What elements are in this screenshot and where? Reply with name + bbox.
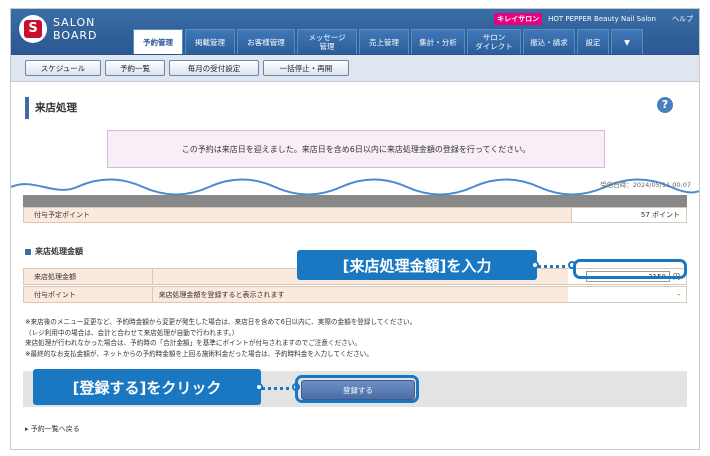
section-square-icon <box>25 248 31 255</box>
logo-line2: BOARD <box>53 29 98 42</box>
granted-points-text: 来店処理金額を登録すると表示されます <box>152 287 569 302</box>
tab-messages[interactable]: メッセージ 管理 <box>297 29 357 54</box>
logo-line1: SALON <box>53 16 96 29</box>
app-window: S SALON BOARD キレイサロン HOT PEPPER Beauty N… <box>10 8 700 450</box>
amount-section-title: 来店処理金額 <box>35 247 83 256</box>
notes-block: ※来店後のメニュー変更など、予約時金額から変更が発生した場合は、来店日を含めて6… <box>25 317 416 359</box>
help-link[interactable]: ヘルプ <box>672 14 693 24</box>
points-row: 付与予定ポイント 57 ポイント <box>23 207 687 223</box>
tab-more-dropdown[interactable]: ▼ <box>611 29 643 54</box>
click-callout: [登録する]をクリック <box>33 369 261 405</box>
subnav-bulk-stop[interactable]: 一括停止・再開 <box>263 60 349 76</box>
points-value: 57 ポイント <box>572 208 686 222</box>
page-title: 来店処理 <box>25 97 77 119</box>
logo-text: SALON BOARD <box>53 16 97 42</box>
tab-sales[interactable]: 売上管理 <box>359 29 409 54</box>
back-link-text: 予約一覧へ戻る <box>30 425 80 433</box>
granted-points-value: - <box>568 287 686 302</box>
connector-endcap <box>531 261 539 269</box>
points-label: 付与予定ポイント <box>24 208 573 222</box>
help-icon[interactable]: ? <box>657 97 673 113</box>
logo-mark: S <box>24 20 42 38</box>
tab-analytics[interactable]: 集計・分析 <box>411 29 465 54</box>
header-bar: S SALON BOARD キレイサロン HOT PEPPER Beauty N… <box>11 9 699 55</box>
connector-endcap <box>255 383 263 391</box>
header-links: キレイサロン HOT PEPPER Beauty Nail Salon ヘルプ <box>494 13 693 25</box>
notice-box: この予約は来店日を迎えました。来店日を含め6日以内に来店処理金額の登録を行ってく… <box>107 130 605 168</box>
tab-settings[interactable]: 設定 <box>577 29 609 54</box>
salon-board-logo[interactable]: S SALON BOARD <box>19 15 97 43</box>
amount-highlight-ring <box>573 259 687 279</box>
note-line: 来店処理が行われなかった場合は、予約時の「合計金額」を基準にポイントが付与されま… <box>25 339 361 347</box>
sub-nav: スケジュール 予約一覧 毎月の受付設定 一括停止・再開 <box>11 55 699 82</box>
register-highlight-ring <box>295 375 419 403</box>
subnav-monthly-settings[interactable]: 毎月の受付設定 <box>169 60 259 76</box>
note-line: ※最終的なお支払金額が、ネットからの予約時金額を上回る施術料金だった場合は、予約… <box>25 349 373 358</box>
note-line: （レジ利用中の場合は、会計と合わせて来店処理が自動で行われます。） <box>25 328 239 337</box>
amount-label: 来店処理金額 <box>24 269 153 284</box>
tab-salon-direct[interactable]: サロン ダイレクト <box>467 29 521 54</box>
tab-reservation[interactable]: 予約管理 <box>133 29 183 54</box>
main-nav: 予約管理 掲載管理 お客様管理 メッセージ 管理 売上管理 集計・分析 サロン … <box>133 29 643 54</box>
received-datetime: 受信日時：2024/05/11 00:07 <box>600 181 691 189</box>
table-header-band <box>23 195 687 207</box>
granted-points-row: 付与ポイント 来店処理金額を登録すると表示されます - <box>23 286 687 303</box>
brand-tag: キレイサロン <box>494 13 543 25</box>
note-line: ※来店後のメニュー変更など、予約時金額から変更が発生した場合は、来店日を含めて6… <box>25 318 417 326</box>
salon-name: HOT PEPPER Beauty Nail Salon <box>548 15 656 23</box>
tab-billing[interactable]: 振込・請求 <box>523 29 575 54</box>
subnav-reservation-list[interactable]: 予約一覧 <box>105 60 165 76</box>
wave-divider <box>11 178 699 196</box>
logo-icon: S <box>19 15 47 43</box>
tab-customers[interactable]: お客様管理 <box>237 29 295 54</box>
tab-listing[interactable]: 掲載管理 <box>185 29 235 54</box>
granted-points-label: 付与ポイント <box>24 287 153 302</box>
subnav-schedule[interactable]: スケジュール <box>25 60 101 76</box>
input-callout: [来店処理金額]を入力 <box>297 250 537 280</box>
amount-section-heading: 来店処理金額 <box>25 246 83 257</box>
back-to-list-link[interactable]: ▸ 予約一覧へ戻る <box>25 424 80 434</box>
